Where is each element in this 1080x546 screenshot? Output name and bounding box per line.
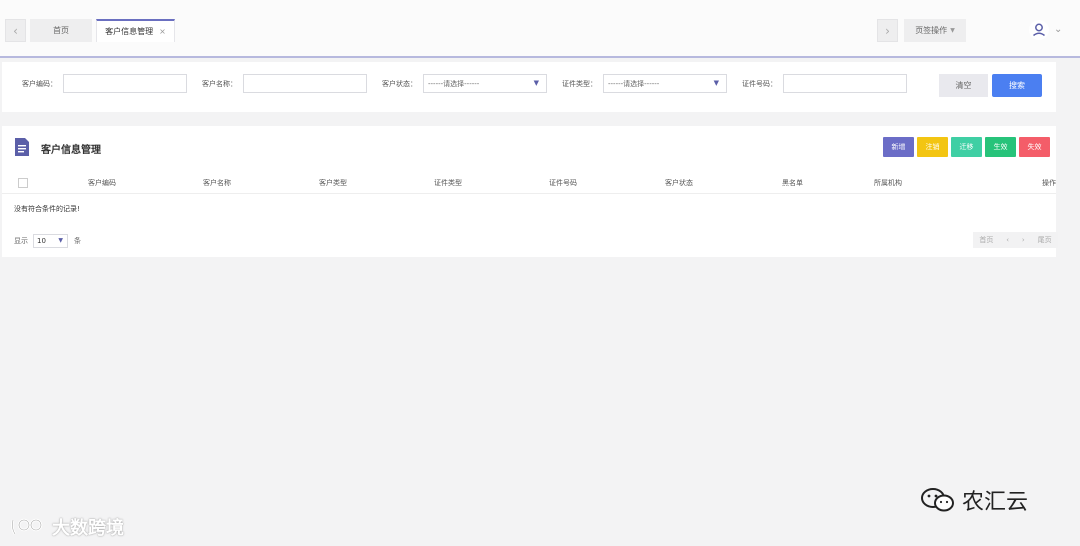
- id-number-input[interactable]: [783, 74, 907, 93]
- add-button-label: 新增: [891, 143, 906, 151]
- watermark-right-text: 农汇云: [962, 490, 1029, 515]
- table-header: 客户编码 客户名称 客户类型 证件类型 证件号码 客户状态 黑名单 所属机构 操…: [2, 174, 1056, 194]
- column-header-customer-name[interactable]: 客户名称: [203, 178, 231, 188]
- migrate-button[interactable]: 迁移: [951, 137, 982, 157]
- watermark-dashujuajing: 大数跨境: [10, 514, 124, 540]
- panel-title: 客户信息管理: [41, 145, 101, 156]
- column-header-customer-status[interactable]: 客户状态: [665, 178, 693, 188]
- select-all-checkbox[interactable]: [18, 178, 28, 188]
- activate-button[interactable]: 生效: [985, 137, 1016, 157]
- customer-name-label: 客户名称：: [202, 80, 237, 88]
- tab-scroll-right-button[interactable]: ›: [877, 19, 898, 42]
- column-header-id-type[interactable]: 证件类型: [434, 178, 462, 188]
- tab-home[interactable]: 首页: [30, 19, 92, 42]
- migrate-button-label: 迁移: [959, 143, 974, 151]
- document-icon: [15, 138, 29, 156]
- deactivate-button-label: 失效: [1027, 143, 1042, 151]
- search-button-label: 搜索: [1009, 81, 1025, 90]
- page-size-select[interactable]: 10 ▼: [33, 234, 68, 248]
- customer-code-input[interactable]: [63, 74, 187, 93]
- page-size-show-label: 显示: [14, 237, 28, 245]
- column-header-actions: 操作: [1042, 179, 1056, 187]
- tab-customer-info-label: 客户信息管理: [105, 27, 154, 36]
- watermark-nonghuiyun: 农汇云: [920, 484, 1028, 516]
- deactivate-button[interactable]: 失效: [1019, 137, 1050, 157]
- wechat-icon: [921, 488, 954, 512]
- chevron-left-icon: ‹: [13, 23, 18, 38]
- search-button[interactable]: 搜索: [992, 74, 1042, 97]
- cancel-account-button-label: 注销: [925, 143, 940, 151]
- clear-button[interactable]: 清空: [939, 74, 988, 97]
- caret-down-icon: ▼: [713, 79, 719, 87]
- user-icon[interactable]: [1029, 20, 1049, 40]
- id-type-select[interactable]: ------请选择------ ▼: [603, 74, 727, 93]
- tab-customer-info[interactable]: 客户信息管理 ×: [96, 19, 175, 42]
- column-header-blacklist[interactable]: 黑名单: [782, 178, 803, 188]
- brand-logo-icon: [11, 518, 43, 535]
- next-page-button[interactable]: ›: [1022, 236, 1025, 244]
- cancel-account-button[interactable]: 注销: [917, 137, 948, 157]
- tab-home-label: 首页: [53, 26, 69, 35]
- customer-status-select[interactable]: ------请选择------ ▼: [423, 74, 547, 93]
- id-type-label: 证件类型：: [562, 80, 597, 88]
- id-type-value: ------请选择------: [608, 79, 660, 88]
- clear-button-label: 清空: [955, 81, 972, 90]
- chevron-down-icon[interactable]: ⌄: [1054, 24, 1062, 35]
- page-size-value: 10: [37, 237, 46, 245]
- first-page-button[interactable]: 首页: [979, 235, 993, 245]
- results-panel: 客户信息管理 新增 注销 迁移 生效 失效 客户编码 客户名称 客户类型 证件类…: [2, 126, 1058, 257]
- chevron-right-icon: ›: [885, 23, 890, 38]
- tab-bar: ‹ 首页 客户信息管理 × › 页签操作 ▼ ⌄: [0, 0, 1080, 58]
- customer-name-input[interactable]: [243, 74, 367, 93]
- id-number-label: 证件号码：: [742, 80, 777, 88]
- watermark-left-text: 大数跨境: [52, 518, 124, 539]
- add-button[interactable]: 新增: [883, 137, 914, 157]
- customer-status-label: 客户状态：: [382, 80, 417, 88]
- page-operations-label: 页签操作: [915, 26, 948, 35]
- customer-code-label: 客户编码：: [22, 80, 57, 88]
- page-size-control: 显示 10 ▼ 条: [14, 234, 81, 248]
- customer-status-value: ------请选择------: [428, 79, 480, 88]
- activate-button-label: 生效: [993, 143, 1008, 151]
- column-header-customer-code[interactable]: 客户编码: [88, 178, 116, 188]
- prev-page-button[interactable]: ‹: [1006, 236, 1009, 244]
- pagination: 首页 ‹ › 尾页: [973, 232, 1058, 248]
- caret-down-icon: ▼: [58, 237, 63, 244]
- empty-table-message: 没有符合条件的记录!: [14, 205, 80, 213]
- caret-down-icon: ▼: [533, 79, 539, 87]
- page-operations-dropdown[interactable]: 页签操作 ▼: [904, 19, 966, 42]
- tab-scroll-left-button[interactable]: ‹: [5, 19, 26, 42]
- close-icon[interactable]: ×: [159, 27, 166, 36]
- last-page-button[interactable]: 尾页: [1038, 235, 1052, 245]
- search-panel: 客户编码： 客户名称： 客户状态： ------请选择------ ▼ 证件类型…: [2, 62, 1056, 112]
- column-header-id-number[interactable]: 证件号码: [549, 178, 577, 188]
- column-header-organization[interactable]: 所属机构: [874, 178, 902, 188]
- caret-down-icon: ▼: [950, 27, 955, 34]
- page-size-unit-label: 条: [74, 237, 81, 245]
- column-header-customer-type[interactable]: 客户类型: [319, 178, 347, 188]
